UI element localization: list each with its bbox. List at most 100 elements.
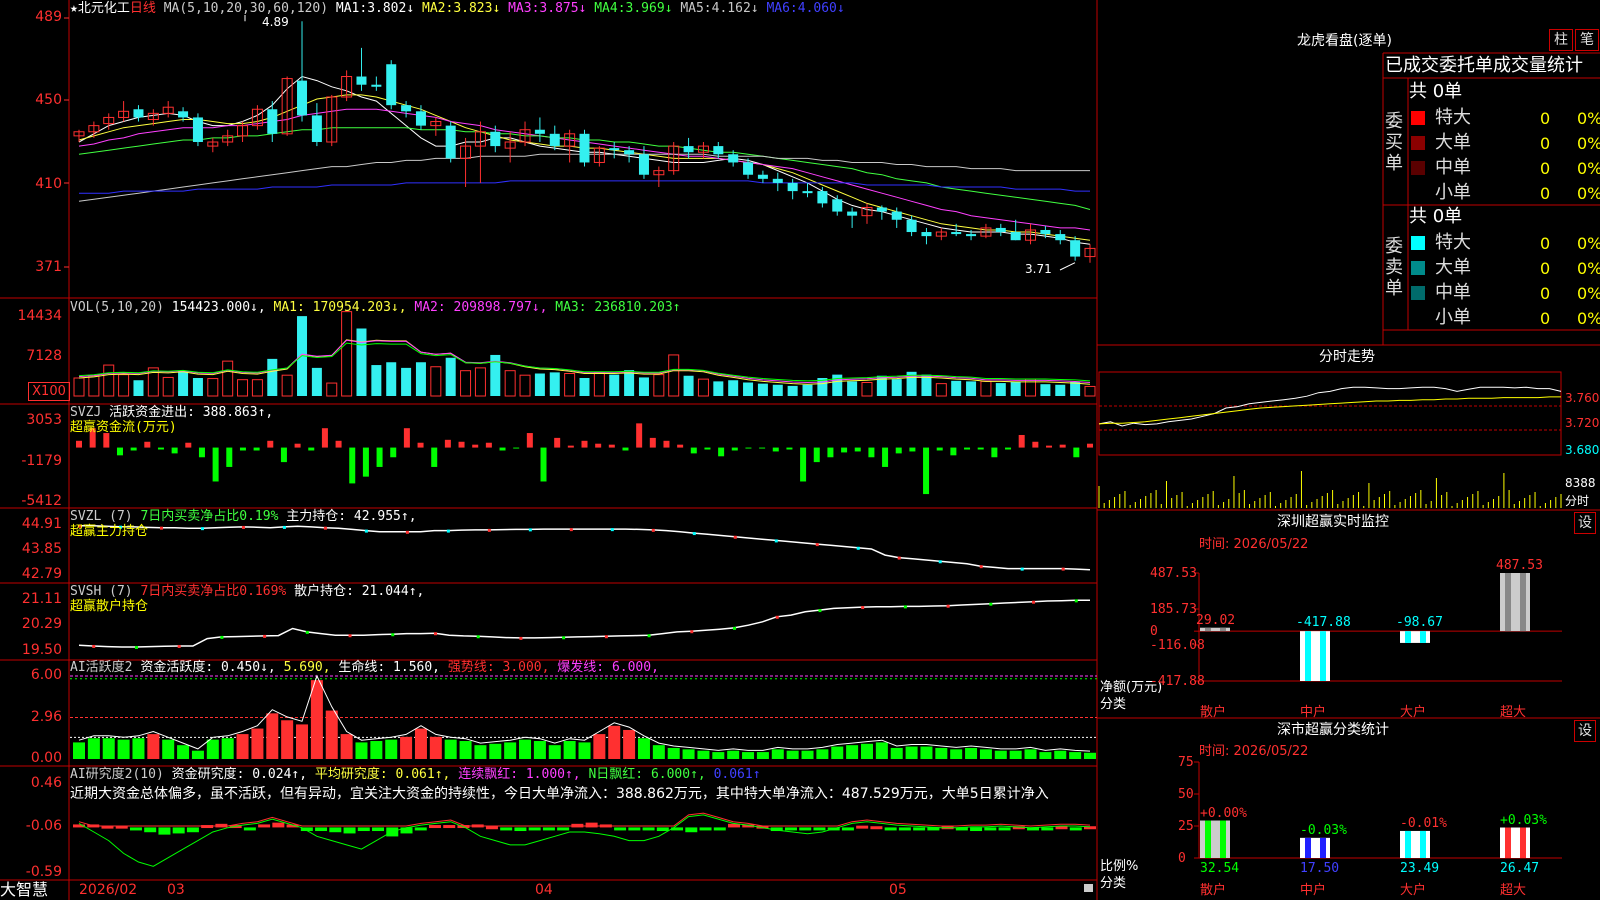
sz-monitor-title: 深圳超赢实时监控 xyxy=(1277,514,1389,530)
holding-marker xyxy=(487,528,491,532)
vol-bar xyxy=(579,378,590,396)
research-bar xyxy=(614,827,627,831)
research-bar xyxy=(172,827,185,834)
vol-bar xyxy=(609,374,620,396)
research-bar xyxy=(357,827,370,832)
ai2-ytick: -0.06 xyxy=(25,818,62,834)
candle-body xyxy=(951,232,962,235)
flow-bar xyxy=(581,440,588,448)
candle-body xyxy=(921,232,932,237)
holding-marker xyxy=(989,602,993,606)
flow-bar xyxy=(964,447,971,450)
holding-marker xyxy=(690,630,694,634)
activity-bar xyxy=(890,747,903,759)
buy-row-pct: 0% xyxy=(1577,184,1600,203)
holding-marker xyxy=(528,528,532,532)
ai1-activity: 资金活跃度: 0.450↓, xyxy=(140,660,276,675)
activity-bar xyxy=(310,680,323,759)
flow-bar xyxy=(417,442,424,448)
buy-row-pct: 0% xyxy=(1577,159,1600,178)
brand-logo[interactable]: 大智慧 xyxy=(0,880,48,900)
flow-bar xyxy=(185,442,192,448)
research-bar xyxy=(485,826,498,830)
vol-bar xyxy=(743,382,754,396)
vol-bar xyxy=(713,381,724,396)
activity-bar xyxy=(1009,750,1022,759)
flow-bar xyxy=(239,447,246,451)
sz-ytick: 0 xyxy=(1150,624,1158,640)
main-ytick: 450 xyxy=(35,92,62,108)
research-bar xyxy=(372,827,385,832)
xaxis-label: 05 xyxy=(889,882,907,898)
stock-name[interactable]: 北元化工 xyxy=(78,1,130,16)
flow-bar xyxy=(1005,447,1012,450)
candle-body xyxy=(728,154,739,163)
holding-marker xyxy=(364,529,368,533)
research-bar xyxy=(500,827,513,831)
flow-bar xyxy=(540,447,547,482)
ss-settings-button[interactable]: 设 xyxy=(1574,720,1596,742)
svzl-ratio: 7日内买卖净占比0.19% xyxy=(140,509,279,524)
holding-marker xyxy=(979,565,983,569)
holding-marker xyxy=(476,635,480,639)
ss-ytick: 75 xyxy=(1178,755,1194,770)
holding-marker xyxy=(159,526,163,530)
ai1-value2: 5.690, xyxy=(283,660,331,675)
vol-unit-button[interactable]: X100 xyxy=(28,382,70,401)
activity-bar xyxy=(965,747,978,759)
holding-marker xyxy=(1061,567,1065,571)
vol-bar xyxy=(683,375,694,396)
research-bar xyxy=(315,827,328,832)
vol-bar xyxy=(564,373,576,397)
ss-category-label: 超大 xyxy=(1500,883,1527,898)
vol-bar xyxy=(430,366,442,397)
flow-bar xyxy=(116,447,123,456)
flow-bar xyxy=(321,428,328,448)
candle-body xyxy=(891,211,902,220)
candle-body xyxy=(133,109,144,118)
lock-icon[interactable] xyxy=(1084,884,1093,892)
flow-bar xyxy=(649,437,656,448)
candle-body xyxy=(579,133,590,163)
flow-bar xyxy=(499,447,506,451)
star-icon[interactable]: ★ xyxy=(70,1,78,16)
ma-params: MA(5,10,20,30,60,120) xyxy=(163,1,329,16)
tab-filled[interactable]: 已成交 xyxy=(1385,55,1439,76)
svzl-header: SVZL (7) 7日内买卖净占比0.19% 主力持仓: 42.955↑, xyxy=(70,509,417,524)
vol-bar xyxy=(133,380,144,396)
bar-view-button[interactable]: 柱 xyxy=(1549,29,1573,51)
tab-volume-stats[interactable]: 成交量统计 xyxy=(1493,55,1583,76)
activity-bar xyxy=(756,752,769,759)
vol-bar xyxy=(638,377,649,396)
flow-bar xyxy=(759,447,766,449)
research-bar xyxy=(870,826,883,830)
flow-bar xyxy=(554,437,561,448)
vol-header: VOL(5,10,20) 154423.000↓, MA1: 170954.20… xyxy=(70,300,681,315)
flow-bar xyxy=(130,447,137,451)
activity-bar xyxy=(637,738,650,759)
holding-marker xyxy=(1074,599,1078,603)
ss-change-label: -0.01% xyxy=(1400,815,1447,831)
flow-bar xyxy=(827,447,834,458)
tab-orders[interactable]: 委托单 xyxy=(1439,55,1493,76)
holding-marker xyxy=(692,532,696,536)
holding-marker xyxy=(433,632,437,636)
flow-bar xyxy=(677,444,684,448)
research-bar xyxy=(585,822,598,828)
sz-ytick: -116.08 xyxy=(1150,638,1205,653)
chart-canvas xyxy=(0,0,1600,900)
candle-body xyxy=(356,76,367,85)
ai1-lifeline: 生命线: 1.560, xyxy=(338,660,441,675)
research-bar xyxy=(656,827,669,832)
ss-bar-shade xyxy=(1220,820,1226,858)
flow-bar xyxy=(308,447,315,451)
vol-bar xyxy=(995,383,1006,396)
ss-bar-label: 17.50 xyxy=(1300,861,1340,876)
holding-marker xyxy=(604,635,608,639)
ai1-ytick: 2.96 xyxy=(30,709,62,725)
tick-view-button[interactable]: 笔 xyxy=(1575,29,1599,51)
ss-change-label: -0.03% xyxy=(1300,822,1347,838)
sz-settings-button[interactable]: 设 xyxy=(1574,512,1596,534)
research-bar xyxy=(258,824,271,828)
period-label[interactable]: 日线 xyxy=(130,1,156,16)
